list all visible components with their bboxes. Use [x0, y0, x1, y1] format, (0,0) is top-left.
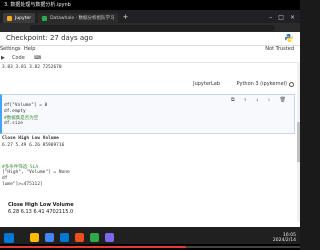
table-header: Close High Low Volume — [2, 136, 59, 141]
output-table: Close High Low Volume 6.27 5.49 6.26 859… — [0, 136, 300, 156]
checkpoint-text: Checkpoint: 27 days ago — [6, 34, 93, 42]
jupyter-page: Checkpoint: 27 days ago Settings Help No… — [0, 32, 300, 227]
copy-icon[interactable]: ⧉ — [231, 97, 235, 103]
code-line: ["High", "Volume"] = None — [2, 170, 70, 175]
kernel-bar: JupyterLab Python 3 (ipykernel) — [0, 79, 300, 89]
table-row: 6.28 6.13 6.41 4702115.0 — [8, 209, 74, 215]
cell-toolbar: ⧉ ↑ ↓ ⇩ 🗑 — [225, 97, 286, 103]
code-line: df.empty — [4, 109, 26, 114]
page-scrollbar[interactable] — [297, 62, 300, 222]
code-line: df["Volume"] = 0 — [4, 103, 48, 108]
jupyter-header: Checkpoint: 27 days ago — [0, 32, 300, 46]
start-icon[interactable] — [4, 233, 14, 243]
maximize-icon[interactable]: □ — [278, 13, 284, 23]
move-up-icon[interactable]: ↑ — [244, 97, 247, 103]
menu-bar: Settings Help Not Trusted — [0, 45, 300, 53]
trust-status[interactable]: Not Trusted — [265, 46, 294, 52]
tab-label: Datawhale · 数据分析组队学习 — [50, 16, 115, 21]
address-bar — [0, 23, 300, 32]
add-cell-icon[interactable]: ⇩ — [268, 97, 271, 103]
edge-icon[interactable] — [60, 233, 69, 242]
kernel-status-icon — [289, 81, 294, 87]
system-clock[interactable]: 16:05 2024/2/14 — [273, 233, 296, 243]
app-icon[interactable] — [75, 233, 84, 242]
output-line: 3.83 3.81 3.82 7252670 — [2, 65, 62, 70]
datawhale-icon — [42, 15, 48, 21]
table-row: 6.27 5.49 6.26 85909716 — [2, 143, 65, 148]
table-header: Close High Low Volume — [8, 202, 74, 208]
keyboard-icon[interactable]: ⌨ — [34, 55, 41, 61]
code-line: lume"]>=475112] — [2, 182, 43, 187]
output-table: Close High Low Volume 6.28 6.13 6.41 470… — [0, 202, 300, 227]
code-line: df.size — [4, 121, 23, 126]
close-icon[interactable]: × — [290, 13, 295, 23]
video-progress-bar[interactable] — [0, 244, 300, 250]
tab-datawhale[interactable]: Datawhale · 数据分析组队学习 — [38, 13, 119, 23]
new-tab-button[interactable]: + — [118, 13, 132, 23]
cell-type-select[interactable]: Code — [12, 55, 25, 61]
url-field[interactable] — [30, 24, 275, 31]
window-title: 3. 数据处理与数据分析.ipynb — [4, 2, 71, 8]
clock-date: 2024/2/14 — [272, 238, 296, 243]
tab-label: Jupyter — [15, 15, 32, 21]
app-icon[interactable] — [105, 233, 114, 242]
browser-tab-strip: Jupyter Datawhale · 数据分析组队学习 + – □ × — [0, 10, 300, 23]
code-line: df — [2, 176, 8, 181]
python-logo-icon — [285, 34, 293, 42]
window-title-bar: 3. 数据处理与数据分析.ipynb — [0, 0, 300, 10]
code-cell[interactable]: #多条件筛选 SLA ["High", "Volume"] = None df … — [0, 164, 300, 190]
tab-jupyter[interactable]: Jupyter — [3, 13, 36, 23]
taskbar-icons — [30, 233, 114, 242]
chrome-icon[interactable] — [45, 233, 54, 242]
menu-settings[interactable]: Settings — [0, 46, 21, 52]
menu-help[interactable]: Help — [24, 46, 35, 52]
minimize-icon[interactable]: – — [269, 13, 272, 23]
run-icon[interactable]: ▶ — [1, 55, 5, 61]
file-explorer-icon[interactable] — [30, 233, 39, 242]
wechat-icon[interactable] — [90, 233, 99, 242]
delete-icon[interactable]: 🗑 — [280, 97, 286, 103]
jupyterlab-link[interactable]: JupyterLab — [193, 81, 220, 87]
progress-fill — [0, 246, 186, 248]
progress-track[interactable] — [0, 246, 300, 248]
jupyter-icon — [7, 15, 12, 21]
output-cell: 3.83 3.81 3.82 7252670 — [0, 65, 300, 73]
notebook-toolbar: ▶ Code ⌨ — [0, 53, 300, 63]
kernel-name[interactable]: Python 3 (ipykernel) — [236, 81, 287, 87]
move-down-icon[interactable]: ↓ — [256, 97, 259, 103]
scrollbar-thumb[interactable] — [297, 122, 300, 162]
window-controls: – □ × — [269, 13, 300, 23]
active-code-cell[interactable]: ⧉ ↑ ↓ ⇩ 🗑 df["Volume"] = 0 df.empty #数据集… — [0, 94, 295, 134]
